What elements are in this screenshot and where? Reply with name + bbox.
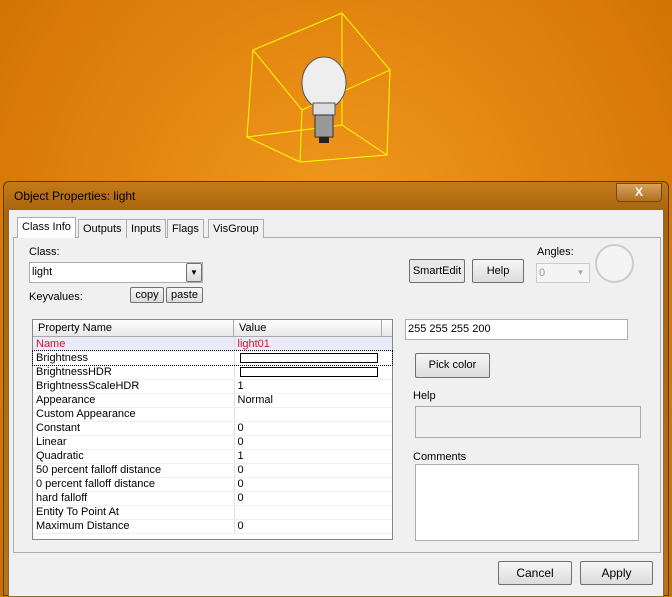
property-value — [233, 365, 392, 380]
apply-button[interactable]: Apply — [580, 561, 653, 585]
tab-flags[interactable]: Flags — [167, 219, 204, 238]
properties-table: Property Name Value Name light01 Brightnes… — [32, 319, 393, 540]
property-value: 0 — [233, 477, 392, 492]
column-header-value[interactable]: Value — [234, 320, 382, 336]
smartedit-toggle[interactable]: SmartEdit — [409, 259, 465, 283]
table-row[interactable]: BrightnessScaleHDR 1 — [33, 379, 392, 394]
table-row[interactable]: Custom Appearance — [33, 407, 392, 422]
property-value: 0 — [233, 519, 392, 534]
tab-outputs[interactable]: Outputs — [78, 219, 127, 238]
property-name: hard falloff — [33, 491, 234, 506]
class-value: light — [32, 266, 53, 278]
property-name: Quadratic — [33, 449, 234, 464]
table-row[interactable]: Maximum Distance 0 — [33, 519, 392, 534]
table-row[interactable]: Appearance Normal — [33, 393, 392, 408]
comments-label: Comments — [413, 451, 467, 463]
property-name: Name — [33, 337, 234, 352]
angles-label: Angles: — [537, 246, 574, 258]
chevron-down-icon[interactable]: ▼ — [186, 263, 202, 282]
table-row[interactable]: Linear 0 — [33, 435, 392, 450]
property-name: BrightnessScaleHDR — [33, 379, 234, 394]
class-label: Class: — [29, 246, 60, 258]
keyvalues-label: Keyvalues: — [29, 291, 83, 303]
help-button[interactable]: Help — [472, 259, 524, 283]
angles-combobox[interactable]: 0 ▼ — [536, 263, 590, 283]
close-button[interactable]: X — [616, 183, 662, 202]
property-name: Linear — [33, 435, 234, 450]
value-input[interactable]: 255 255 255 200 — [405, 319, 628, 340]
help-text-box — [415, 406, 641, 438]
cancel-button[interactable]: Cancel — [498, 561, 572, 585]
color-swatch[interactable] — [239, 353, 378, 363]
table-body: Name light01 Brightness BrightnessHDR Bright… — [32, 337, 393, 534]
table-row[interactable]: 0 percent falloff distance 0 — [33, 477, 392, 492]
table-row[interactable]: hard falloff 0 — [33, 491, 392, 506]
property-name: Constant — [33, 421, 234, 436]
property-value: 1 — [233, 449, 392, 464]
property-name: Appearance — [33, 393, 234, 408]
property-value: 0 — [233, 421, 392, 436]
table-row[interactable]: Name light01 — [33, 337, 392, 352]
property-value: 1 — [233, 379, 392, 394]
class-combobox[interactable]: light ▼ — [29, 262, 203, 283]
table-row[interactable]: Quadratic 1 — [33, 449, 392, 464]
property-name: BrightnessHDR — [33, 365, 234, 380]
tab-inputs[interactable]: Inputs — [126, 219, 166, 238]
column-header-property-name[interactable]: Property Name — [33, 320, 234, 336]
table-header: Property Name Value — [33, 320, 392, 337]
table-row[interactable]: Brightness — [32, 350, 393, 366]
help-label: Help — [413, 390, 436, 402]
table-row[interactable]: 50 percent falloff distance 0 — [33, 463, 392, 478]
property-name: 0 percent falloff distance — [33, 477, 234, 492]
property-value: 0 — [233, 491, 392, 506]
chevron-down-icon: ▼ — [576, 268, 585, 277]
table-row[interactable]: Constant 0 — [33, 421, 392, 436]
angles-value: 0 — [539, 267, 546, 279]
property-name: Maximum Distance — [33, 519, 234, 534]
angle-dial[interactable] — [595, 244, 634, 283]
property-value — [233, 351, 392, 366]
copy-button[interactable]: copy — [130, 287, 164, 303]
property-name: 50 percent falloff distance — [33, 463, 234, 478]
property-name: Custom Appearance — [33, 407, 234, 422]
property-value — [233, 505, 392, 520]
table-row[interactable]: Entity To Point At — [33, 505, 392, 520]
paste-button[interactable]: paste — [166, 287, 203, 303]
comments-textarea[interactable] — [415, 464, 639, 541]
pick-color-button[interactable]: Pick color — [415, 353, 490, 378]
property-value: 0 — [233, 463, 392, 478]
tab-class-info[interactable]: Class Info — [17, 217, 76, 238]
property-value: 0 — [233, 435, 392, 450]
light-entity-icon[interactable] — [0, 0, 672, 190]
property-name: Entity To Point At — [33, 505, 234, 520]
tab-visgroup[interactable]: VisGroup — [208, 219, 264, 238]
color-swatch[interactable] — [239, 367, 378, 377]
property-value — [233, 407, 392, 422]
property-value: light01 — [233, 337, 392, 352]
dialog-title: Object Properties: light — [14, 189, 136, 203]
table-row[interactable]: BrightnessHDR — [33, 365, 392, 380]
property-value: Normal — [233, 393, 392, 408]
value-text: 255 255 255 200 — [408, 323, 491, 335]
property-name: Brightness — [33, 351, 234, 366]
